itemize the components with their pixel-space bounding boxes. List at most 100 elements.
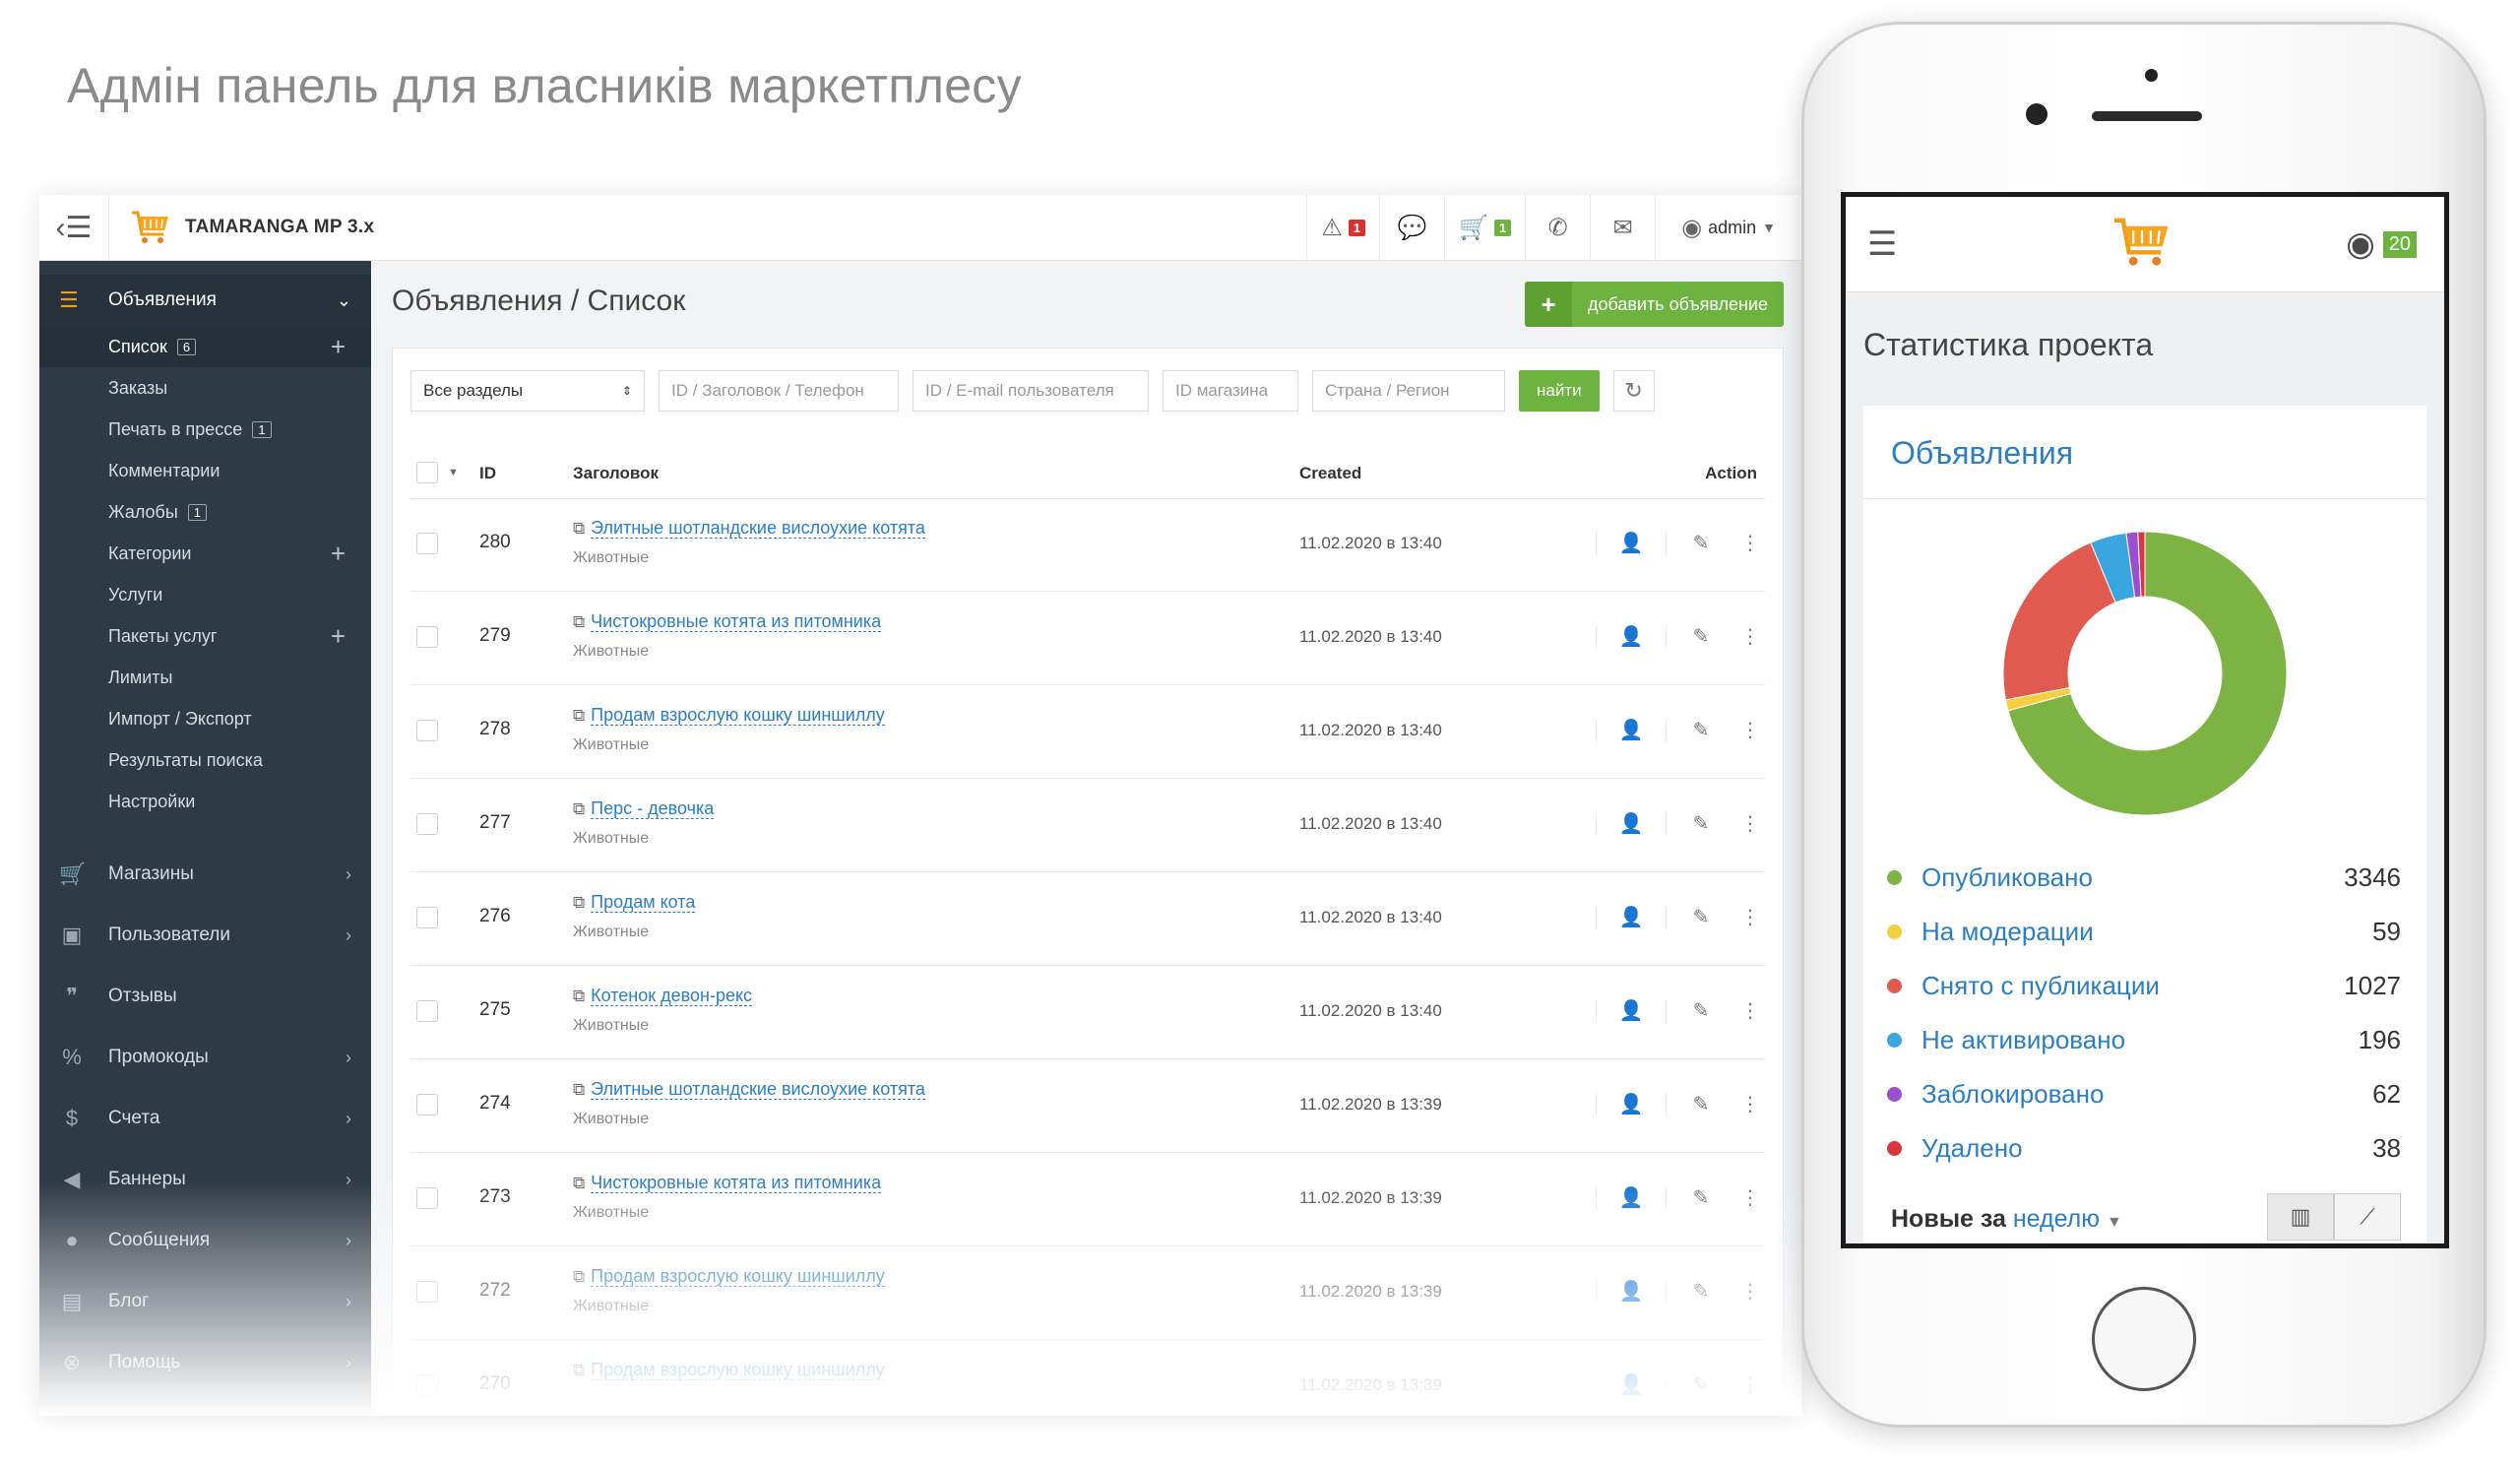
user-icon[interactable]: 👤 xyxy=(1596,719,1666,742)
more-vertical-icon[interactable]: ⋮ xyxy=(1735,999,1765,1023)
legend-item[interactable]: На модерации 59 xyxy=(1887,905,2401,959)
user-icon[interactable]: 👤 xyxy=(1596,1373,1666,1397)
listing-title-link[interactable]: Котенок девон-рекс xyxy=(591,986,753,1006)
row-checkbox[interactable] xyxy=(416,1281,438,1303)
user-icon[interactable]: 👤 xyxy=(1596,1093,1666,1116)
external-link-icon[interactable]: ⧉ xyxy=(573,1080,585,1099)
line-chart-button[interactable]: ⟋ xyxy=(2334,1193,2401,1241)
user-icon[interactable]: 👤 xyxy=(1596,532,1666,555)
listing-title-link[interactable]: Чистокровные котята из питомника xyxy=(591,611,882,632)
pencil-icon[interactable]: ✎ xyxy=(1666,1186,1735,1210)
legend-item[interactable]: Удалено 38 xyxy=(1887,1121,2401,1176)
col-created[interactable]: Created xyxy=(1299,464,1361,483)
donut-slice[interactable] xyxy=(2002,541,2116,701)
user-search-input[interactable]: ID / E-mail пользователя xyxy=(913,370,1149,412)
refresh-button[interactable]: ↻ xyxy=(1612,370,1655,412)
external-link-icon[interactable]: ⧉ xyxy=(573,612,585,631)
row-checkbox[interactable] xyxy=(416,1187,438,1209)
more-vertical-icon[interactable]: ⋮ xyxy=(1735,1186,1765,1210)
row-checkbox[interactable] xyxy=(416,533,438,554)
sidebar-item[interactable]: ⊗ Помощь › xyxy=(39,1332,371,1393)
sidebar-subitem[interactable]: Настройки xyxy=(39,781,371,822)
user-menu[interactable]: ◉ admin ▼ xyxy=(1655,195,1801,260)
external-link-icon[interactable]: ⧉ xyxy=(573,706,585,725)
section-select[interactable]: Все разделы ⇕ xyxy=(410,370,645,412)
user-icon[interactable]: 👤 xyxy=(1596,1186,1666,1210)
phone-button[interactable]: ✆ xyxy=(1525,195,1590,260)
sidebar-item[interactable]: ▣ Пользователи › xyxy=(39,905,371,966)
row-checkbox[interactable] xyxy=(416,1094,438,1115)
user-icon[interactable]: 👤 xyxy=(1596,625,1666,649)
sidebar-item[interactable]: 🛒 Магазины › xyxy=(39,844,371,905)
more-vertical-icon[interactable]: ⋮ xyxy=(1735,532,1765,555)
row-checkbox[interactable] xyxy=(416,720,438,741)
sidebar-subitem[interactable]: Категории + xyxy=(39,533,371,574)
region-input[interactable]: Страна / Регион xyxy=(1312,370,1505,412)
external-link-icon[interactable]: ⧉ xyxy=(573,1361,585,1379)
pencil-icon[interactable]: ✎ xyxy=(1666,1373,1735,1397)
col-id[interactable]: ID xyxy=(479,464,496,483)
more-vertical-icon[interactable]: ⋮ xyxy=(1735,1373,1765,1397)
more-vertical-icon[interactable]: ⋮ xyxy=(1735,1093,1765,1116)
pencil-icon[interactable]: ✎ xyxy=(1666,532,1735,555)
legend-item[interactable]: Не активировано 196 xyxy=(1887,1013,2401,1067)
plus-icon[interactable]: + xyxy=(331,539,346,569)
plus-icon[interactable]: + xyxy=(331,621,346,652)
external-link-icon[interactable]: ⧉ xyxy=(573,893,585,912)
sidebar-subitem[interactable]: Заказы xyxy=(39,367,371,409)
sidebar-item[interactable]: $ Счета › xyxy=(39,1088,371,1149)
pencil-icon[interactable]: ✎ xyxy=(1666,1280,1735,1304)
sidebar-section-listings[interactable]: ☰ Объявления ⌄ xyxy=(39,275,371,326)
pencil-icon[interactable]: ✎ xyxy=(1666,906,1735,929)
chat-button[interactable]: 💬 xyxy=(1379,195,1444,260)
mail-button[interactable]: ✉ xyxy=(1590,195,1655,260)
pencil-icon[interactable]: ✎ xyxy=(1666,999,1735,1023)
legend-item[interactable]: Заблокировано 62 xyxy=(1887,1067,2401,1121)
sidebar-item[interactable]: ● Сообщения › xyxy=(39,1210,371,1271)
user-icon[interactable]: 👤 xyxy=(1596,1280,1666,1304)
add-listing-button[interactable]: + добавить объявление xyxy=(1524,282,1784,327)
more-vertical-icon[interactable]: ⋮ xyxy=(1735,906,1765,929)
sidebar-subitem[interactable]: Лимиты xyxy=(39,657,371,698)
sidebar-subitem[interactable]: Результаты поиска xyxy=(39,739,371,781)
plus-icon[interactable]: + xyxy=(331,332,346,362)
user-icon[interactable]: 👤 xyxy=(1596,906,1666,929)
sidebar-toggle-button[interactable]: ‹☰ xyxy=(39,195,109,260)
row-checkbox[interactable] xyxy=(416,1374,438,1396)
sidebar-subitem[interactable]: Услуги xyxy=(39,574,371,615)
legend-item[interactable]: Снято с публикации 1027 xyxy=(1887,959,2401,1013)
listing-title-link[interactable]: Продам взрослую кошку шиншиллу xyxy=(591,1360,885,1380)
row-checkbox[interactable] xyxy=(416,813,438,835)
sidebar-item[interactable]: ❞ Отзывы xyxy=(39,966,371,1027)
sidebar-item[interactable]: ▤ Блог › xyxy=(39,1271,371,1332)
legend-item[interactable]: Опубликовано 3346 xyxy=(1887,851,2401,905)
find-button[interactable]: найти xyxy=(1519,370,1600,412)
period-value[interactable]: неделю xyxy=(2013,1205,2100,1233)
sidebar-item[interactable]: ◀ Баннеры › xyxy=(39,1149,371,1210)
alerts-button[interactable]: ⚠ 1 xyxy=(1306,195,1379,260)
external-link-icon[interactable]: ⧉ xyxy=(573,1174,585,1192)
listing-title-link[interactable]: Элитные шотландские вислоухие котята xyxy=(591,518,925,539)
col-title[interactable]: Заголовок xyxy=(573,464,659,483)
listing-title-link[interactable]: Перс - девочка xyxy=(591,798,715,819)
user-icon[interactable]: 👤 xyxy=(1596,999,1666,1023)
sidebar-subitem[interactable]: Жалобы 1 xyxy=(39,491,371,533)
sidebar-item[interactable]: % Промокоды › xyxy=(39,1027,371,1088)
pencil-icon[interactable]: ✎ xyxy=(1666,1093,1735,1116)
listing-title-link[interactable]: Элитные шотландские вислоухие котята xyxy=(591,1079,925,1100)
brand[interactable]: TAMARANGA MP 3.x xyxy=(130,209,374,246)
pencil-icon[interactable]: ✎ xyxy=(1666,719,1735,742)
row-checkbox[interactable] xyxy=(416,1000,438,1022)
home-button[interactable] xyxy=(2092,1287,2196,1391)
cart-button[interactable]: 🛒 1 xyxy=(1444,195,1525,260)
more-vertical-icon[interactable]: ⋮ xyxy=(1735,1280,1765,1304)
listing-title-link[interactable]: Продам кота xyxy=(591,892,696,913)
listing-title-link[interactable]: Продам взрослую кошку шиншиллу xyxy=(591,1266,885,1287)
sidebar-subitem[interactable]: Импорт / Экспорт xyxy=(39,698,371,739)
listing-title-link[interactable]: Чистокровные котята из питомника xyxy=(591,1173,882,1193)
pencil-icon[interactable]: ✎ xyxy=(1666,812,1735,836)
sidebar-subitem[interactable]: Печать в прессе 1 xyxy=(39,409,371,450)
row-checkbox[interactable] xyxy=(416,626,438,648)
more-vertical-icon[interactable]: ⋮ xyxy=(1735,719,1765,742)
caret-down-icon[interactable]: ▼ xyxy=(448,467,459,478)
